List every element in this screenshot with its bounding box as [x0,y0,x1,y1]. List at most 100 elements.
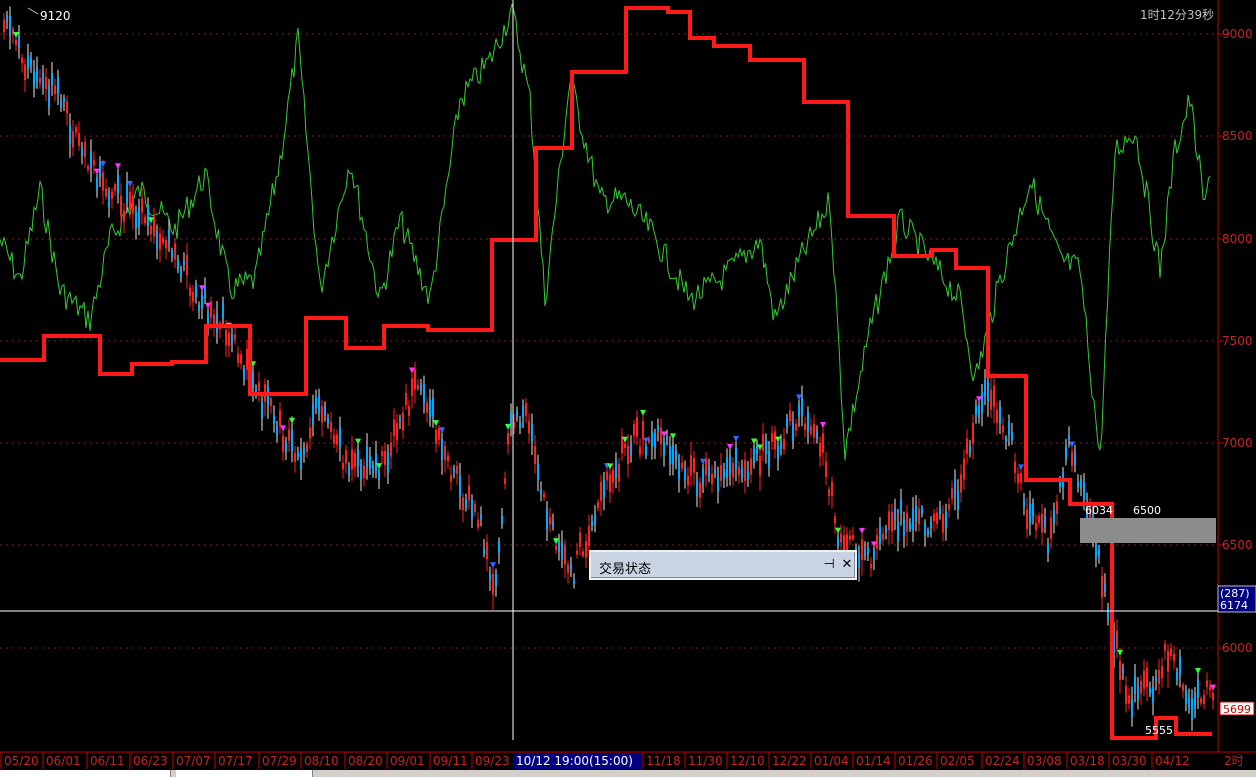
candle-body [156,231,158,249]
date-tick-label: 07/17 [218,754,253,768]
candle-body [360,464,362,480]
trade-signal-marker [859,527,865,534]
candle-body [903,518,905,537]
candle-body [963,458,965,480]
candle-body [552,521,554,528]
candle-body [1134,674,1136,694]
candle-body [711,473,713,485]
date-tick-label: 12/22 [772,754,807,768]
candle-body [681,462,683,469]
candle-body [1083,481,1085,500]
candle-body [1080,478,1082,488]
candle-body [252,371,254,389]
candle-body [1050,517,1052,539]
date-tick-label: 06/23 [133,754,168,768]
candle-body [957,490,959,511]
candle-body [921,507,923,514]
date-tick-label: 03/30 [1112,754,1147,768]
date-tick-label: 02/05 [940,754,975,768]
candle-body [1188,698,1190,709]
date-tick-label: 07/07 [176,754,211,768]
candle-body [540,488,542,494]
candle-body [183,260,185,266]
candle-body [153,216,155,237]
candle-body [1041,513,1043,533]
candle-body [357,449,359,466]
candle-body [144,216,146,224]
candle-body [1116,630,1118,649]
candle-body [993,385,995,407]
candle-body [63,97,65,102]
candle-body [516,411,518,418]
date-tick-label: 06/11 [90,754,125,768]
candle-body [636,416,638,437]
candle-body [9,15,11,37]
candle-body [600,481,602,501]
axis-tick-6000: 6000 [1222,641,1253,655]
candle-body [936,512,938,524]
candle-body [882,533,884,540]
candle-body [336,434,338,445]
candle-body [315,397,317,408]
candle-body [813,423,815,438]
date-tick-label: 04/12 [1155,754,1190,768]
candle-body [363,465,365,479]
candle-body [1167,650,1169,672]
candle-body [624,443,626,448]
candle-body [489,572,491,581]
candle-body [654,434,656,448]
candle-body [393,419,395,437]
candle-body [204,285,206,298]
candle-body [1158,670,1160,684]
candle-body [1059,481,1061,487]
trade-status-panel[interactable]: 交易状态 ⊣ ✕ [589,550,857,580]
candle-body [612,469,614,483]
date-tick-label: 01/04 [814,754,849,768]
trade-signal-marker [115,163,121,170]
candle-body [384,450,386,465]
candle-body [765,439,767,454]
candle-body [1005,437,1007,442]
candle-body [999,406,1001,424]
close-icon[interactable]: ✕ [839,556,855,574]
candle-body [117,174,119,195]
candle-body [960,474,962,493]
candle-body [648,438,650,443]
candle-body [174,243,176,260]
pin-icon[interactable]: ⊣ [821,556,837,574]
candle-body [651,431,653,447]
candle-body [279,409,281,426]
candle-body [261,401,263,418]
candle-body [582,551,584,557]
scroll-segment-left[interactable] [0,770,171,777]
candle-body [342,462,344,470]
trade-signal-marker [727,443,733,450]
candle-body [750,458,752,475]
candle-body [975,405,977,415]
candle-body [1014,461,1016,473]
candle-body [729,455,731,475]
candle-body [444,445,446,461]
candle-body [321,406,323,423]
candle-body [1023,498,1025,507]
candle-body [579,532,581,547]
candle-body [1026,509,1028,530]
candle-body [1038,515,1040,523]
candle-body [1164,643,1166,651]
candle-body [327,417,329,424]
candle-body [381,451,383,456]
trade-signal-marker [355,438,361,445]
candle-body [456,466,458,474]
candle-body [465,498,467,508]
candle-body [18,34,20,48]
candle-body [906,512,908,532]
bottom-scroll-strip[interactable] [0,770,1256,777]
candle-body [924,523,926,537]
candle-body [297,452,299,457]
candle-body [477,519,479,528]
price-chart[interactable]: 6034 6500 9120 5555 1时12分39秒 9000 8500 8… [0,0,1256,777]
candle-body [123,210,125,222]
date-tick-label: 11/18 [646,754,681,768]
candle-body [645,446,647,456]
scroll-segment-thumb[interactable] [176,770,313,777]
